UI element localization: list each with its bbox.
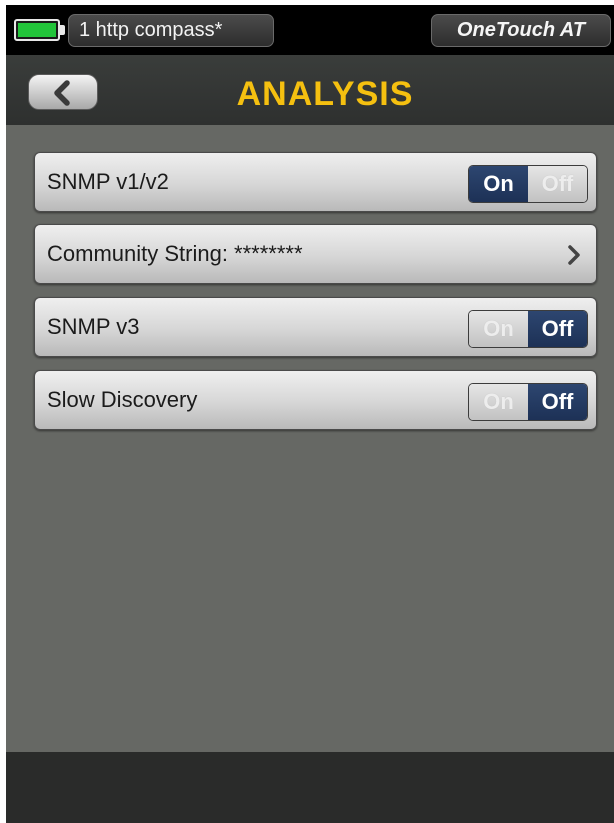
status-bar: 1 http compass* OneTouch AT [6, 5, 614, 55]
snmp-v1v2-toggle[interactable]: On Off [468, 165, 588, 203]
device-screen: 1 http compass* OneTouch AT ANALYSIS SNM… [6, 5, 614, 823]
profile-button[interactable]: 1 http compass* [68, 14, 274, 47]
setting-row-slow-discovery: Slow Discovery On Off [34, 370, 597, 430]
setting-row-community-string[interactable]: Community String: ******** [34, 224, 597, 284]
toggle-off-option[interactable]: Off [528, 311, 587, 347]
setting-row-snmp-v1v2: SNMP v1/v2 On Off [34, 152, 597, 212]
slow-discovery-toggle[interactable]: On Off [468, 383, 588, 421]
toggle-off-option[interactable]: Off [528, 166, 587, 202]
toggle-on-option[interactable]: On [469, 166, 528, 202]
setting-label: Slow Discovery [47, 387, 198, 412]
toggle-off-option[interactable]: Off [528, 384, 587, 420]
chevron-right-icon [568, 245, 580, 265]
setting-row-snmp-v3: SNMP v3 On Off [34, 297, 597, 357]
title-bar: ANALYSIS [6, 55, 614, 125]
page-title: ANALYSIS [236, 75, 414, 113]
model-button[interactable]: OneTouch AT [431, 14, 611, 47]
settings-list: SNMP v1/v2 On Off Community String: ****… [6, 125, 614, 752]
battery-full-icon [14, 19, 60, 41]
battery-tip [60, 25, 65, 35]
snmp-v3-toggle[interactable]: On Off [468, 310, 588, 348]
setting-label: Community String: ******** [47, 241, 303, 266]
toggle-on-option[interactable]: On [469, 311, 528, 347]
setting-label: SNMP v3 [47, 314, 140, 339]
setting-label: SNMP v1/v2 [47, 169, 169, 194]
bottom-bar [6, 752, 614, 823]
toggle-on-option[interactable]: On [469, 384, 528, 420]
